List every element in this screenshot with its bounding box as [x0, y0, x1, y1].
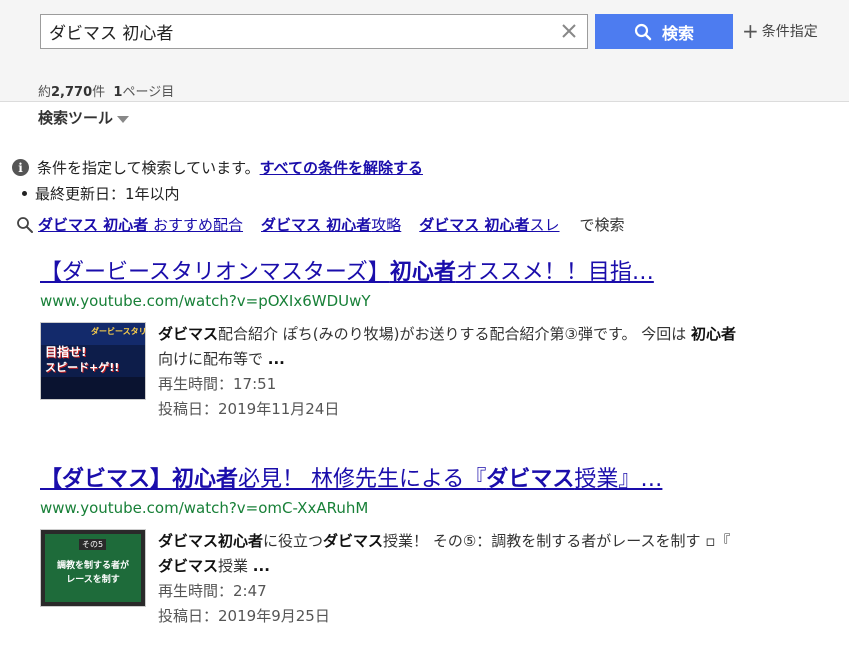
search-result: 【ダービースタリオンマスターズ】初心者オススメ！！目指… www.youtube…	[40, 258, 750, 422]
duration-value: 17:51	[233, 375, 277, 393]
related-bold: ダビマス 初心者	[261, 216, 372, 234]
plain-text: 授業	[218, 557, 253, 575]
plain-text: オススメ！！目指…	[455, 260, 654, 285]
search-button-label: 検索	[661, 23, 694, 43]
duration-label: 再生時間：	[158, 375, 234, 393]
date-value: 2019年11月24日	[218, 400, 340, 418]
duration-label: 再生時間：	[158, 582, 234, 600]
search-result: 【ダビマス】初心者必見！ 林修先生による『ダビマス授業』… www.youtub…	[40, 465, 750, 629]
plain-text: に役立つ	[263, 532, 324, 550]
highlight-text: ダビマス	[158, 557, 219, 575]
highlight-text: ...	[267, 350, 285, 368]
plus-icon: +	[742, 19, 759, 43]
search-box[interactable]	[40, 14, 588, 49]
related-bold: ダビマス 初心者	[38, 216, 149, 234]
search-tools-label: 検索ツール	[38, 109, 114, 127]
plain-text: 配合紹介 ぽち(みのり牧場)がお送りする配合紹介第③弾です。 今回は	[218, 325, 691, 343]
search-button[interactable]: 検索	[595, 14, 733, 49]
thumb-badge: ダービースタリオン	[91, 327, 146, 336]
plain-text: 授業』…	[574, 467, 663, 492]
date-value: 2019年9月25日	[218, 607, 330, 625]
active-filter: 最終更新日：1年以内	[22, 183, 180, 204]
plain-text: 必見！ 林修先生による『	[238, 467, 487, 492]
bullet	[22, 191, 27, 196]
related-bold: ダビマス 初心者	[419, 216, 530, 234]
filter-notice: i 条件を指定して検索しています。 すべての条件を解除する	[12, 157, 423, 178]
result-url: www.youtube.com/watch?v=omC-XxARuhM	[40, 499, 369, 517]
highlight-text: ダビマス	[158, 325, 219, 343]
related-rest: 攻略	[371, 216, 402, 234]
snippet-text: ダビマス配合紹介 ぽち(みのり牧場)がお送りする配合紹介第③弾です。 今回は 初…	[158, 322, 748, 372]
related-suffix: で検索	[579, 216, 625, 234]
related-rest: スレ	[529, 216, 560, 234]
search-tools-toggle[interactable]: 検索ツール	[38, 107, 130, 128]
clear-conditions-link[interactable]: すべての条件を解除する	[260, 157, 423, 178]
result-title-link[interactable]: 【ダービースタリオンマスターズ】初心者オススメ！！目指…	[40, 258, 745, 288]
info-icon: i	[12, 159, 29, 176]
plain-text: 向けに配布等で	[158, 350, 268, 368]
related-rest: おすすめ配合	[148, 216, 244, 234]
clear-icon[interactable]	[559, 21, 579, 41]
post-date: 投稿日：2019年9月25日	[158, 604, 748, 629]
duration: 再生時間：17:51	[158, 372, 748, 397]
filter-notice-text: 条件を指定して検索しています。	[37, 159, 260, 177]
search-input[interactable]	[49, 15, 549, 48]
date-label: 投稿日：	[158, 607, 219, 625]
result-snippet: ダビマス配合紹介 ぽち(みのり牧場)がお送りする配合紹介第③弾です。 今回は 初…	[158, 322, 748, 422]
count-prefix: 約	[38, 85, 52, 100]
highlight-text: 【ダビマス】	[40, 467, 173, 492]
thumb-line2: スピード+ゲ!!	[45, 361, 120, 374]
advanced-search-label: 条件指定	[761, 24, 818, 40]
snippet-text: ダビマス初心者に役立つダビマス授業！ その⑤：調教を制する者がレースを制す ▫『…	[158, 529, 748, 579]
count-suffix: 件	[92, 85, 106, 100]
highlight-text: ダビマス	[323, 532, 384, 550]
plain-text: 【ダービースタリオンマスターズ】	[40, 260, 390, 285]
result-snippet: ダビマス初心者に役立つダビマス授業！ その⑤：調教を制する者がレースを制す ▫『…	[158, 529, 748, 629]
search-header: 検索 + 条件指定 約2,770件 1ページ目	[0, 0, 849, 102]
result-url: www.youtube.com/watch?v=pOXIx6WDUwY	[40, 292, 371, 310]
related-search-link[interactable]: ダビマス 初心者 おすすめ配合	[38, 214, 243, 235]
result-title-link[interactable]: 【ダビマス】初心者必見！ 林修先生による『ダビマス授業』…	[40, 465, 745, 495]
plain-text: 授業！ その⑤：調教を制する者がレースを制す ▫『	[383, 532, 731, 550]
thumb-tag: その5	[79, 539, 107, 550]
post-date: 投稿日：2019年11月24日	[158, 397, 748, 422]
highlight-text: 初心者	[690, 325, 736, 343]
related-search-link[interactable]: ダビマス 初心者攻略	[261, 214, 401, 235]
related-searches: ダビマス 初心者 おすすめ配合 ダビマス 初心者攻略 ダビマス 初心者スレ で検…	[16, 214, 625, 235]
thumb-line1: 調教を制する者が	[56, 561, 129, 571]
page-suffix: ページ目	[122, 85, 175, 100]
highlight-text: ...	[252, 557, 270, 575]
video-thumbnail[interactable]: その5 調教を制する者が レースを制す	[40, 529, 146, 607]
search-icon	[634, 23, 652, 40]
duration: 再生時間：2:47	[158, 579, 748, 604]
advanced-search-link[interactable]: + 条件指定	[742, 21, 818, 41]
highlight-text: 初心者	[389, 260, 456, 285]
highlight-text: 初心者	[172, 467, 239, 492]
active-filter-text: 最終更新日：1年以内	[35, 185, 180, 203]
related-search-link[interactable]: ダビマス 初心者スレ	[419, 214, 559, 235]
dropdown-icon	[117, 115, 130, 123]
result-count: 約2,770件 1ページ目	[38, 81, 174, 100]
highlight-text: ダビマス	[486, 467, 575, 492]
magnifier-icon	[17, 216, 33, 233]
duration-value: 2:47	[233, 582, 267, 600]
thumb-line2: レースを制す	[66, 575, 120, 585]
video-thumbnail[interactable]: ダービースタリオン 目指せ! スピード+ゲ!!	[40, 322, 146, 400]
date-label: 投稿日：	[158, 400, 219, 418]
count-value: 2,770	[51, 85, 93, 100]
thumb-line1: 目指せ!	[45, 345, 87, 359]
highlight-text: ダビマス初心者	[158, 532, 264, 550]
